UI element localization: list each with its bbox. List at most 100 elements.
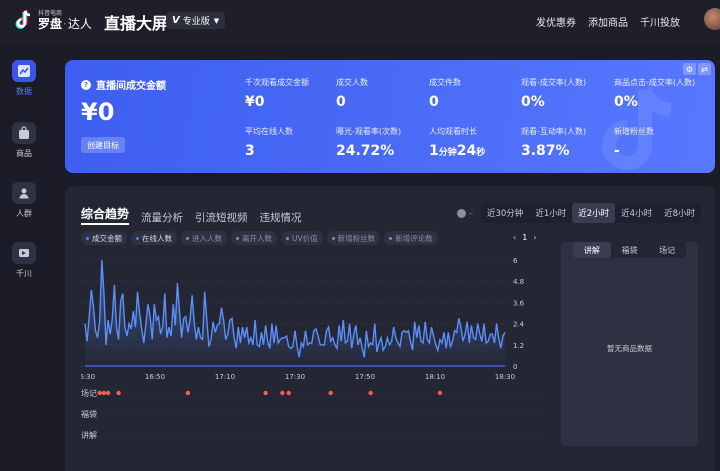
changji-marker (101, 390, 107, 396)
y-tick-label: 3.6 (513, 299, 525, 307)
sidebar-label: 人群 (16, 209, 32, 218)
metric-label: 观看-互动率(人数) (521, 127, 587, 136)
side-panel: 讲解 福袋 场记 暂无商品数据 (561, 242, 698, 446)
tab-short-video[interactable]: 引流短视频 (195, 210, 248, 225)
add-product-link[interactable]: 添加商品 (588, 14, 628, 29)
metric-label: 人均观看时长 (429, 127, 477, 136)
metric-value: - (614, 143, 620, 159)
help-icon[interactable]: ? (81, 79, 91, 90)
chip-new-comments[interactable]: 新增评论数 (384, 231, 438, 245)
trend-chart-svg: 6 4.8 3.6 2.4 1.2 0 16:30 16:50 17:10 17:30 17:50 1… (81, 257, 525, 381)
range-8h[interactable]: 近8小时 (658, 203, 701, 223)
edition-label: 专业版 (182, 17, 210, 27)
metric-value: 3.87% (521, 143, 570, 159)
caret-down-icon: ▼ (213, 16, 220, 25)
changji-marker (280, 390, 285, 396)
page-title: 直播大屏 (104, 14, 169, 33)
metric-label: 新增粉丝数 (614, 127, 654, 136)
sidebar-item-data[interactable]: 数据 (0, 60, 48, 97)
chip-dot-icon (389, 236, 393, 240)
metric-avg-watch-time: 人均观看时长 1分钟24秒 (429, 126, 485, 159)
qianchuan-link[interactable]: 千川投放 (640, 14, 680, 29)
sidebar-item-audience[interactable]: 人群 (0, 182, 48, 219)
tab-traffic-analysis[interactable]: 流量分析 (141, 210, 183, 225)
trend-panel: 综合趋势 流量分析 引流短视频 违规情况 – 近30分钟 近1小时 近2小时 近… (65, 186, 715, 471)
y-tick-label: 0 (513, 363, 517, 371)
metric-label: 曝光-观看率(次数) (336, 127, 402, 136)
side-tab-explain[interactable]: 讲解 (573, 242, 611, 258)
gmv-heading: ? 直播间成交金额 (81, 77, 166, 92)
bag-icon (12, 122, 36, 144)
settings-icon[interactable]: ⚙ (683, 63, 696, 75)
tab-overall-trend[interactable]: 综合趋势 (81, 205, 130, 225)
chevron-left-icon[interactable]: ‹ (513, 233, 516, 242)
logo[interactable]: 抖音电商 罗盘·达人 (14, 9, 92, 31)
chip-leave[interactable]: 离开人数 (231, 231, 277, 245)
metric-value: 3 (245, 143, 255, 159)
range-dash: – (468, 208, 473, 218)
metric-click-conversion: 商品点击-成交率(人数) 0% (614, 77, 695, 110)
switch-icon[interactable]: ⇄ (698, 63, 711, 75)
create-goal-button[interactable]: 创建目标 (81, 137, 125, 153)
metric-avg-online: 平均在线人数 3 (245, 126, 293, 159)
metric-exposure-view-rate: 曝光-观看率(次数) 24.72% (336, 126, 401, 159)
chip-dot-icon (331, 236, 335, 240)
x-tick-label: 17:30 (285, 373, 305, 381)
metric-new-fans: 新增粉丝数 - (614, 126, 654, 159)
chip-dot-icon (236, 236, 239, 240)
side-tab-fudai[interactable]: 福袋 (611, 242, 649, 258)
help-icon[interactable] (456, 208, 466, 218)
range-30min[interactable]: 近30分钟 (481, 203, 529, 223)
changji-marker (328, 390, 333, 396)
y-tick-label: 1.2 (513, 342, 524, 350)
changji-marker (185, 390, 191, 396)
y-tick-label: 2.4 (513, 321, 525, 329)
douyin-logo-icon (14, 9, 34, 31)
chip-fade (491, 231, 511, 245)
metric-value: 24.72% (336, 143, 395, 159)
chip-pager: ‹ 1 › (513, 233, 537, 242)
changji-marker (263, 390, 268, 396)
send-coupon-link[interactable]: 发优惠券 (536, 14, 576, 29)
metric-interaction-rate: 观看-互动率(人数) 3.87% (521, 126, 586, 159)
empty-state-text: 暂无商品数据 (607, 344, 652, 353)
side-tab-changji[interactable]: 场记 (648, 242, 686, 258)
gmv-value: ¥0 (81, 98, 115, 126)
chip-enter[interactable]: 进入人数 (181, 231, 227, 245)
avatar[interactable] (704, 8, 720, 30)
metric-value: 0 (429, 94, 439, 110)
event-tracks-svg (97, 390, 541, 436)
chip-gmv[interactable]: 成交金额 (81, 231, 127, 245)
v-badge-icon: V (172, 15, 180, 26)
top-bar: 抖音电商 罗盘·达人 直播大屏 V 专业版 ▼ 发优惠券 添加商品 千川投放 (0, 0, 720, 42)
chip-online[interactable]: 在线人数 (131, 231, 177, 245)
y-tick-label: 6 (513, 257, 518, 265)
sidebar-item-products[interactable]: 商品 (0, 122, 48, 159)
gmv-label: 直播间成交金额 (96, 81, 166, 92)
changji-marker (97, 390, 102, 396)
top-links: 发优惠券 添加商品 千川投放 (536, 14, 680, 29)
range-2h[interactable]: 近2小时 (572, 203, 616, 223)
online-area (85, 260, 505, 366)
sidebar-item-qianchuan[interactable]: 千川 (0, 242, 48, 279)
edition-dropdown[interactable]: V 专业版 ▼ (166, 12, 226, 29)
metric-value: 0 (336, 94, 346, 110)
chip-uv-value[interactable]: UV价值 (281, 231, 323, 245)
metric-gpm: 千次观看成交金额 ¥0 (245, 77, 309, 110)
logo-main-text: 罗盘·达人 (38, 16, 92, 31)
metric-items-sold: 成交件数 0 (429, 77, 461, 110)
metric-value: 0% (614, 94, 638, 110)
chip-new-fans[interactable]: 新增粉丝数 (326, 231, 381, 245)
chevron-right-icon[interactable]: › (533, 233, 536, 242)
metric-buyers: 成交人数 0 (336, 77, 368, 110)
sidebar: 数据 商品 人群 千川 (0, 42, 48, 471)
tab-violations[interactable]: 违规情况 (260, 210, 302, 225)
changji-marker (368, 390, 373, 396)
x-tick-label: 18:10 (425, 373, 445, 381)
range-4h[interactable]: 近4小时 (615, 203, 658, 223)
y-tick-label: 4.8 (513, 278, 524, 286)
chart-icon (12, 60, 36, 82)
sidebar-label: 数据 (16, 87, 32, 96)
range-1h[interactable]: 近1小时 (529, 203, 572, 223)
chip-page-number: 1 (522, 233, 528, 242)
